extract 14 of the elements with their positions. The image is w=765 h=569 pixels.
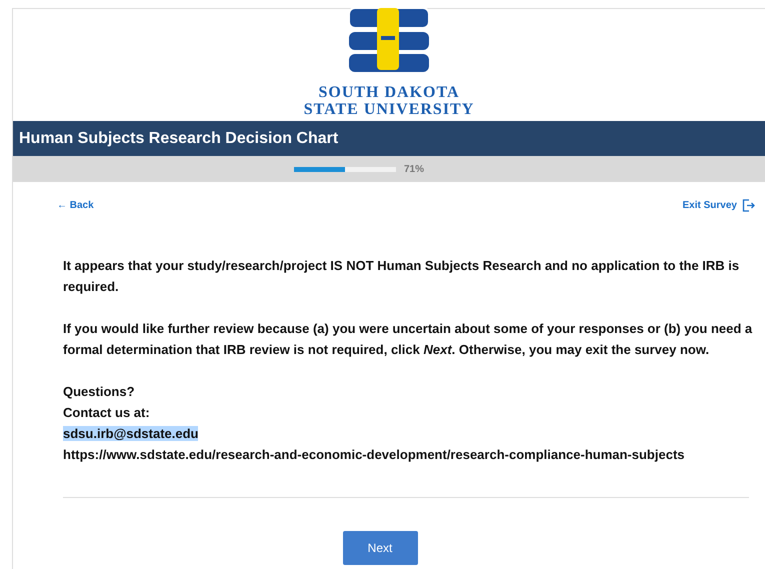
exit-survey-link[interactable]: Exit Survey bbox=[682, 198, 755, 213]
page-title: Human Subjects Research Decision Chart bbox=[19, 128, 338, 148]
email-link[interactable]: sdsu.irb@sdstate.edu bbox=[63, 426, 198, 441]
contact-text: Contact us at: bbox=[63, 404, 151, 422]
message-paragraph: It appears that your study/research/project IS NOT Human Subjects Research and no application to the IRB is required. bbox=[63, 257, 740, 296]
next-button[interactable]: Next bbox=[342, 531, 418, 565]
contact-text: Questions? bbox=[63, 383, 136, 401]
exit-icon bbox=[742, 199, 755, 212]
website-link[interactable]: https://www.sdstate.edu/research-and-economic-development/research-compliance-human-subjects bbox=[63, 444, 755, 465]
message-paragraph: If you would like further review because (a) you were uncertain about some of your responses or (b) you need a formal determination that IRB review is not required, click Next. Otherwise, you may exit the survey now. bbox=[63, 320, 754, 359]
university-name: STATE UNIVERSITY bbox=[304, 102, 474, 118]
university-name: SOUTH DAKOTA bbox=[318, 85, 460, 101]
progress-reading: 71% bbox=[404, 162, 424, 176]
back-link[interactable]: ← Back bbox=[57, 198, 94, 213]
